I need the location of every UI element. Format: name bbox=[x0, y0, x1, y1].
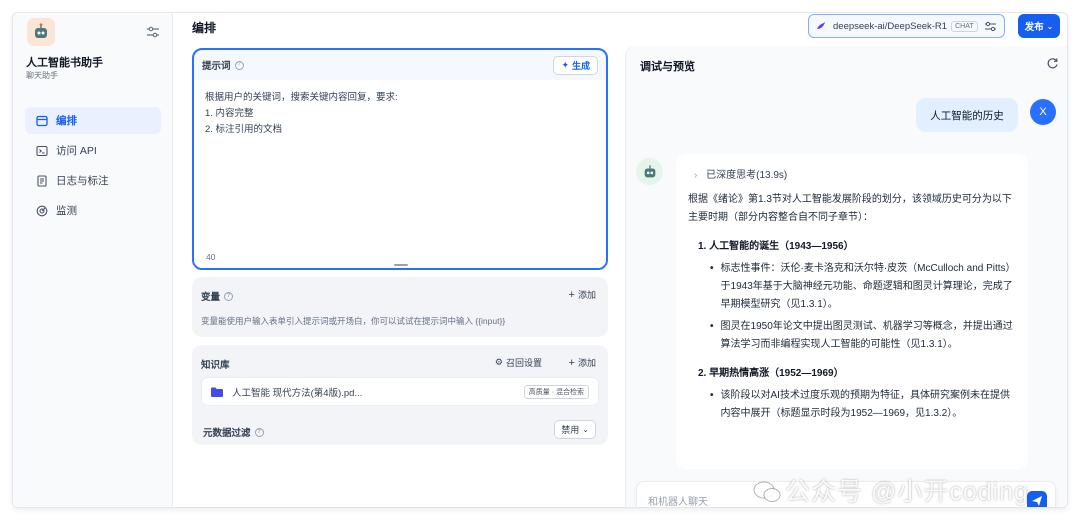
bot-message: › 已深度思考(13.9s) 根据《绪论》第1.3节对人工智能发展阶段的划分，该… bbox=[676, 154, 1028, 469]
publish-label: 发布 bbox=[1024, 22, 1044, 33]
model-name: deepseek-ai/DeepSeek-R1 bbox=[833, 20, 948, 32]
prompt-section: 提示词 ? ✦ 生成 根据用户的关键词，搜索关键内容回复，要求: 1. 内容完整… bbox=[192, 48, 608, 270]
generate-button[interactable]: ✦ 生成 bbox=[553, 55, 598, 75]
app-type: 聊天助手 bbox=[26, 71, 58, 80]
publish-button[interactable]: 发布 ⌄ bbox=[1018, 14, 1060, 38]
robot-app-icon bbox=[27, 18, 55, 46]
variables-description: 变量能使用户输入表单引入提示词或开场白，你可以试试在提示词中输入 {{input… bbox=[201, 316, 506, 326]
monitor-icon bbox=[35, 204, 49, 218]
page-title: 编排 bbox=[192, 21, 217, 35]
sidebar-item-label: 访问 API bbox=[56, 145, 97, 157]
char-count: 40 bbox=[206, 252, 216, 262]
deep-think-toggle[interactable]: › 已深度思考(13.9s) bbox=[694, 166, 1016, 181]
sidebar-item-label: 日志与标注 bbox=[56, 175, 109, 187]
refresh-icon[interactable] bbox=[1046, 57, 1059, 70]
bot-avatar bbox=[636, 158, 663, 185]
metadata-filter-select[interactable]: 禁用 ⌄ bbox=[554, 420, 596, 439]
answer-intro: 根据《绪论》第1.3节对人工智能发展阶段的划分，该领域历史可分为以下主要时期（部… bbox=[688, 194, 1012, 223]
metadata-filter-value: 禁用 bbox=[561, 425, 580, 435]
prompt-line: 根据用户的关键词，搜索关键内容回复，要求: bbox=[205, 92, 398, 103]
sidebar: 人工智能书助手 聊天助手 编排 访问 API 日志与标注 监测 bbox=[13, 13, 173, 507]
wechat-icon bbox=[753, 481, 781, 502]
chevron-right-icon: › bbox=[694, 170, 698, 181]
watermark-text: 公众号 @小开coding bbox=[785, 478, 1029, 506]
help-icon[interactable]: ? bbox=[254, 427, 264, 437]
model-logo-icon bbox=[817, 22, 825, 29]
recall-label: 召回设置 bbox=[505, 358, 542, 368]
sidebar-item-label: 监测 bbox=[56, 205, 77, 217]
think-label: 已深度思考(13.9s) bbox=[706, 170, 788, 181]
plus-icon: + bbox=[568, 356, 575, 369]
sidebar-item-label: 编排 bbox=[56, 115, 77, 127]
watermark: 公众号 @小开coding bbox=[753, 472, 1029, 507]
add-knowledge-button[interactable]: + 添加 bbox=[569, 356, 596, 369]
sidebar-item-monitor[interactable]: 监测 bbox=[25, 197, 161, 224]
generate-label: 生成 bbox=[571, 60, 590, 71]
sparkle-icon: ✦ bbox=[561, 59, 569, 70]
metadata-filter-label: 元数据过滤 bbox=[203, 428, 251, 439]
prompt-line: 1. 内容完整 bbox=[205, 108, 254, 119]
knowledge-section: 知识库 ⚙ 召回设置 + 添加 人工智能 现代方法(第4版).pd... 高质量… bbox=[192, 345, 608, 445]
debug-preview-panel: 调试与预览 人工智能的历史 X › 已深度思考(13.9s) 根据《绪论》第1.… bbox=[625, 46, 1067, 508]
plus-icon: + bbox=[568, 288, 575, 301]
prompt-label: 提示词 bbox=[202, 61, 231, 72]
variables-section: 变量 ? + 添加 变量能使用户输入表单引入提示词或开场白，你可以试试在提示词中… bbox=[192, 277, 608, 337]
folder-icon bbox=[211, 387, 223, 397]
answer-bullet: 标志性事件：沃伦·麦卡洛克和沃尔特·皮茨（McCulloch and Pitts… bbox=[710, 260, 1016, 314]
app-name: 人工智能书助手 bbox=[26, 57, 103, 69]
sidebar-item-api[interactable]: 访问 API bbox=[25, 137, 161, 164]
chevron-down-icon: ⌄ bbox=[1046, 21, 1054, 31]
user-message: 人工智能的历史 bbox=[916, 98, 1018, 132]
prompt-line: 2. 标注引用的文档 bbox=[205, 124, 283, 135]
send-icon bbox=[1032, 496, 1042, 506]
answer-bullet: 该阶段以对AI技术过度乐观的预期为特征，具体研究案例未在提供内容中展开（标题显示… bbox=[710, 387, 1016, 423]
add-label: 添加 bbox=[577, 290, 596, 300]
app-window: 人工智能书助手 聊天助手 编排 访问 API 日志与标注 监测 编排 deeps bbox=[12, 12, 1068, 508]
chevron-down-icon: ⌄ bbox=[582, 425, 589, 434]
answer-bullet: 图灵在1950年论文中提出图灵测试、机器学习等概念，并提出通过算法学习而非编程实… bbox=[710, 318, 1016, 354]
sidebar-item-logs[interactable]: 日志与标注 bbox=[25, 167, 161, 194]
sidebar-collapse-icon[interactable] bbox=[146, 25, 160, 39]
layout-icon bbox=[35, 114, 49, 128]
knowledge-item-name: 人工智能 现代方法(第4版).pd... bbox=[232, 387, 363, 399]
model-settings-icon[interactable] bbox=[984, 20, 997, 33]
log-icon bbox=[35, 174, 49, 188]
recall-settings-button[interactable]: ⚙ 召回设置 bbox=[495, 356, 542, 369]
sidebar-nav: 编排 访问 API 日志与标注 监测 bbox=[25, 107, 161, 227]
chat-input-placeholder: 和机器人聊天 bbox=[648, 496, 708, 508]
variables-label: 变量 bbox=[201, 292, 221, 303]
user-avatar: X bbox=[1030, 99, 1056, 125]
model-selector[interactable]: deepseek-ai/DeepSeek-R1 CHAT bbox=[808, 14, 1005, 38]
model-mode-badge: CHAT bbox=[951, 20, 978, 32]
add-label: 添加 bbox=[577, 358, 596, 368]
prompt-textarea[interactable]: 根据用户的关键词，搜索关键内容回复，要求: 1. 内容完整 2. 标注引用的文档… bbox=[194, 80, 606, 268]
settings-sliders-icon: ⚙ bbox=[494, 357, 503, 367]
answer-section-title: 1. 人工智能的诞生（1943—1956） bbox=[698, 241, 854, 252]
knowledge-item[interactable]: 人工智能 现代方法(第4版).pd... 高质量 · 混合检索 bbox=[201, 377, 599, 406]
help-icon[interactable]: ? bbox=[224, 291, 234, 301]
resize-handle[interactable] bbox=[394, 264, 408, 266]
send-button[interactable] bbox=[1027, 491, 1047, 507]
knowledge-label: 知识库 bbox=[201, 360, 230, 371]
retrieval-mode-badge: 高质量 · 混合检索 bbox=[523, 384, 589, 399]
terminal-icon bbox=[35, 144, 49, 158]
preview-title: 调试与预览 bbox=[640, 61, 695, 73]
sidebar-item-orchestrate[interactable]: 编排 bbox=[25, 107, 161, 134]
help-icon[interactable]: ? bbox=[234, 60, 244, 70]
add-variable-button[interactable]: + 添加 bbox=[569, 288, 596, 301]
answer-section-title: 2. 早期热情高涨（1952—1969） bbox=[698, 368, 844, 379]
